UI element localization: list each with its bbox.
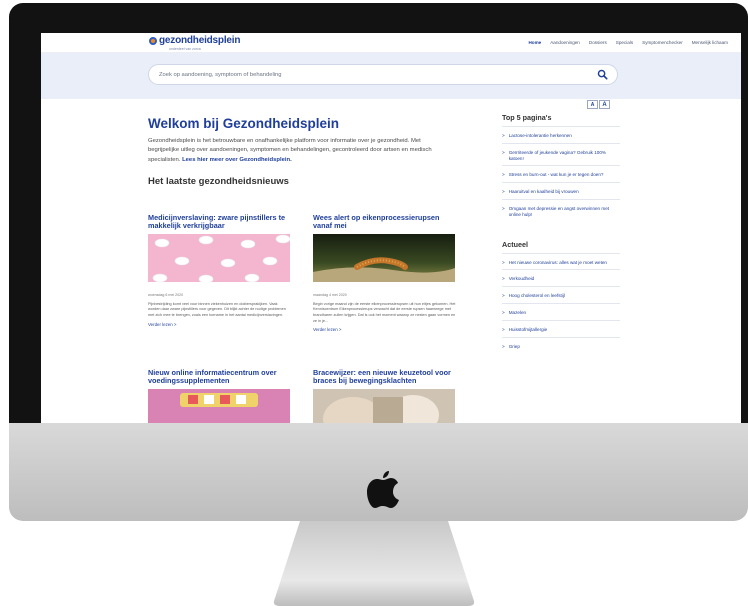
list-item-label: Mazelen <box>508 309 527 315</box>
article-excerpt: Begin vorige maand zijn de eerste eikenp… <box>313 301 456 323</box>
list-item[interactable]: > Geïrriteerde of jeukende vagina? Gebrui… <box>502 142 620 166</box>
article-image-braces[interactable] <box>313 388 455 423</box>
sidebar: Top 5 pagina's > Lactose-intolerantie her… <box>502 113 620 353</box>
nav-dossiers[interactable]: Dossiers <box>589 40 607 45</box>
article-image-supplements[interactable] <box>148 388 290 423</box>
article-title[interactable]: Wees alert op eikenprocessierupsen vanaf… <box>313 213 456 231</box>
page-title: Welkom bij Gezondheidsplein <box>148 116 340 131</box>
logo-mark-icon <box>149 36 157 45</box>
nav-home[interactable]: Home <box>528 40 541 45</box>
main-nav: Home Aandoeningen Dossiers Specials Symp… <box>528 40 728 45</box>
list-item[interactable]: > Verkoudheid <box>502 269 620 286</box>
chevron-right-icon: > <box>502 172 505 178</box>
list-item-label: Lactose-intolerantie herkennen <box>508 133 572 138</box>
read-more-link[interactable]: Verder lezen > <box>148 322 291 327</box>
list-item-label: Huisstofmijtallergie <box>508 326 548 332</box>
intro-link[interactable]: Lees hier meer over Gezondheidsplein. <box>182 157 292 163</box>
list-item[interactable]: > Het nieuwe coronavirus: alles wat je mo… <box>502 252 620 270</box>
monitor-stand <box>273 521 475 606</box>
list-item[interactable]: > Lactose-intolerantie herkennen <box>502 126 620 143</box>
list-item-label: Verkoudheid <box>508 276 535 282</box>
nav-symptomenchecker[interactable]: Symptomenchecker <box>642 40 683 45</box>
list-item[interactable]: > Stress en burn-out - wat kun je er tege… <box>502 165 620 182</box>
chevron-right-icon: > <box>502 133 505 138</box>
chevron-right-icon: > <box>502 205 505 211</box>
search-input[interactable] <box>159 65 589 84</box>
chevron-right-icon: > <box>502 259 505 265</box>
nav-specials[interactable]: Specials <box>616 40 633 45</box>
article-image-caterpillar[interactable] <box>313 233 455 282</box>
logo-tagline: onderdeel van zorva <box>169 47 201 51</box>
actueel-heading: Actueel <box>502 239 528 249</box>
news-article: Medicijnverslaving: zware pijnstillers t… <box>148 213 291 327</box>
article-excerpt: Pijnbestrijding komt veel voor binnen zi… <box>148 301 286 317</box>
site-header: gezondheidsplein onderdeel van zorva Hom… <box>41 33 741 53</box>
search-box <box>148 64 618 85</box>
nav-aandoeningen[interactable]: Aandoeningen <box>550 40 580 45</box>
search-band <box>41 53 741 99</box>
site-logo[interactable]: gezondheidsplein onderdeel van zorva <box>149 35 241 51</box>
text-smaller-button[interactable]: A <box>587 100 598 109</box>
list-item[interactable]: > Omgaan met depressie en angst overwinne… <box>502 198 620 222</box>
list-item-label: Haaruitval en kaalheid bij vrouwen <box>508 189 579 195</box>
screen: gezondheidsplein onderdeel van zorva Hom… <box>41 33 741 423</box>
article-image-pills[interactable] <box>148 233 291 284</box>
news-article: Nieuw online informatiecentrum over voed… <box>148 368 291 423</box>
list-item[interactable]: > Haaruitval en kaalheid bij vrouwen <box>502 182 620 199</box>
top5-list: > Lactose-intolerantie herkennen > Geïrrit… <box>502 126 620 222</box>
list-item-label: Griep <box>508 343 520 349</box>
chevron-right-icon: > <box>502 343 505 349</box>
list-item-label: Het nieuwe coronavirus: alles wat je moe… <box>508 259 607 265</box>
chevron-right-icon: > <box>502 309 505 315</box>
list-item[interactable]: > Griep <box>502 336 620 354</box>
news-article: Wees alert op eikenprocessierupsen vanaf… <box>313 213 456 332</box>
chevron-right-icon: > <box>502 189 505 195</box>
chevron-right-icon: > <box>502 326 505 332</box>
apple-logo-icon <box>367 471 399 508</box>
list-item[interactable]: > Huisstofmijtallergie <box>502 319 620 337</box>
text-size-controls: A A <box>587 100 610 109</box>
list-item-label: Geïrriteerde of jeukende vagina? Gebruik… <box>508 149 606 161</box>
article-date: maandag 4 mei 2020 <box>313 292 347 297</box>
list-item-label: Omgaan met depressie en angst overwinnen… <box>508 205 610 217</box>
article-date: woensdag 6 mei 2020 <box>148 292 184 297</box>
read-more-link[interactable]: Verder lezen > <box>313 327 456 332</box>
chevron-right-icon: > <box>502 149 505 155</box>
article-title[interactable]: Bracewijzer: een nieuwe keuzetool voor b… <box>313 368 456 386</box>
nav-menselijk-lichaam[interactable]: Menselijk lichaam <box>692 40 728 45</box>
list-item[interactable]: > Mazelen <box>502 302 620 320</box>
top5-heading: Top 5 pagina's <box>502 113 552 122</box>
chevron-right-icon: > <box>502 293 505 299</box>
article-title[interactable]: Nieuw online informatiecentrum over voed… <box>148 368 291 386</box>
news-article: Bracewijzer: een nieuwe keuzetool voor b… <box>313 368 456 423</box>
intro-paragraph: Gezondheidsplein is het betrouwbare en o… <box>148 137 453 165</box>
list-item-label: Stress en burn-out - wat kun je er tegen… <box>508 172 604 178</box>
chevron-right-icon: > <box>502 276 505 282</box>
actueel-list: > Het nieuwe coronavirus: alles wat je mo… <box>502 252 620 354</box>
text-larger-button[interactable]: A <box>599 100 610 109</box>
article-title[interactable]: Medicijnverslaving: zware pijnstillers t… <box>148 213 291 231</box>
search-icon[interactable] <box>597 69 608 80</box>
main-content: Welkom bij Gezondheidsplein Gezondheidsp… <box>148 116 458 188</box>
list-item[interactable]: > Hoog cholesterol en leefstijl <box>502 286 620 303</box>
news-heading: Het laatste gezondheidsnieuws <box>148 175 289 187</box>
logo-name: gezondheidsplein <box>159 35 241 46</box>
list-item-label: Hoog cholesterol en leefstijl <box>508 293 565 299</box>
